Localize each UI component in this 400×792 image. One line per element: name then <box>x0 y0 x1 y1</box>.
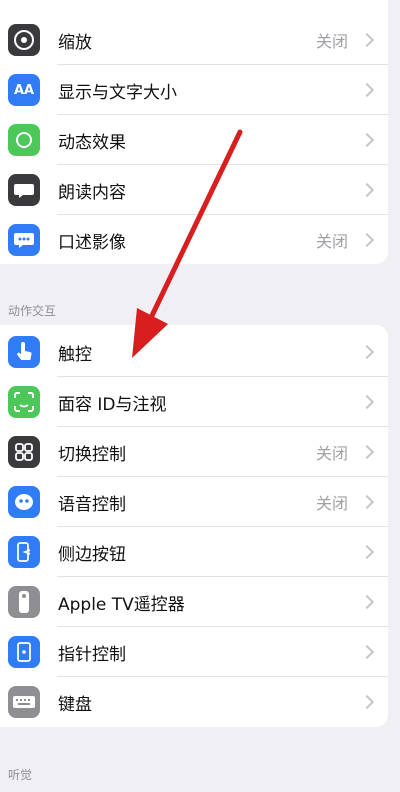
row-face-id-attention[interactable]: 面容 ID与注视 <box>0 377 388 427</box>
audio-description-icon <box>8 224 40 256</box>
row-motion[interactable]: 动态效果 <box>0 115 388 165</box>
row-label: 面容 ID与注视 <box>58 394 167 415</box>
row-voice-control[interactable]: 语音控制 关闭 <box>0 477 388 527</box>
chevron-right-icon <box>359 644 375 660</box>
chevron-right-icon <box>359 494 375 510</box>
settings-group-vision: 缩放 关闭 AA 显示与文字大小 动态效果 朗读内容 口述影像 关闭 <box>0 0 388 264</box>
motion-icon <box>8 124 40 156</box>
row-label: 动态效果 <box>58 132 126 153</box>
chevron-right-icon <box>359 694 375 710</box>
section-header-hearing: 听觉 <box>8 768 33 782</box>
row-label: 口述影像 <box>58 232 126 253</box>
voice-control-icon <box>8 486 40 518</box>
row-switch-control[interactable]: 切换控制 关闭 <box>0 427 388 477</box>
row-spoken-content[interactable]: 朗读内容 <box>0 165 388 215</box>
row-value: 关闭 <box>315 444 348 463</box>
row-pointer-control[interactable]: 指针控制 <box>0 627 388 677</box>
chevron-right-icon <box>359 344 375 360</box>
section-header-interaction: 动作交互 <box>8 304 57 318</box>
row-value: 关闭 <box>315 494 348 513</box>
chevron-right-icon <box>359 132 375 148</box>
row-label: 显示与文字大小 <box>58 82 177 103</box>
row-display-text-size[interactable]: AA 显示与文字大小 <box>0 65 388 115</box>
text-size-icon: AA <box>8 74 40 106</box>
row-side-button[interactable]: 侧边按钮 <box>0 527 388 577</box>
row-label: 切换控制 <box>58 444 126 465</box>
apple-tv-remote-icon <box>8 586 40 618</box>
chevron-right-icon <box>359 444 375 460</box>
switch-control-icon <box>8 436 40 468</box>
row-label: 键盘 <box>58 694 92 715</box>
face-id-icon <box>8 386 40 418</box>
row-keyboard[interactable]: 键盘 <box>0 677 388 727</box>
side-button-icon <box>8 536 40 568</box>
row-audio-description[interactable]: 口述影像 关闭 <box>0 215 388 265</box>
row-touch[interactable]: 触控 <box>0 327 388 377</box>
row-zoom[interactable]: 缩放 关闭 <box>0 15 388 65</box>
row-label: 缩放 <box>58 32 92 53</box>
row-label: 语音控制 <box>58 494 126 515</box>
zoom-icon <box>8 24 40 56</box>
touch-icon <box>8 336 40 368</box>
row-apple-tv-remote[interactable]: Apple TV遥控器 <box>0 577 388 627</box>
chevron-right-icon <box>359 182 375 198</box>
row-label: 朗读内容 <box>58 182 126 203</box>
row-label: 指针控制 <box>58 644 126 665</box>
settings-group-interaction: 触控 面容 ID与注视 切换控制 关闭 语音控制 关闭 侧边按钮 Apple T… <box>0 325 388 727</box>
row-label: 侧边按钮 <box>58 544 126 565</box>
chevron-right-icon <box>359 594 375 610</box>
row-label: Apple TV遥控器 <box>58 594 185 615</box>
row-label: 触控 <box>58 344 92 365</box>
chevron-right-icon <box>359 394 375 410</box>
chevron-right-icon <box>359 544 375 560</box>
chevron-right-icon <box>359 82 375 98</box>
pointer-control-icon <box>8 636 40 668</box>
chevron-right-icon <box>359 232 375 248</box>
keyboard-icon <box>8 686 40 718</box>
row-value: 关闭 <box>315 232 348 251</box>
spoken-content-icon <box>8 174 40 206</box>
chevron-right-icon <box>359 32 375 48</box>
row-value: 关闭 <box>315 32 348 51</box>
